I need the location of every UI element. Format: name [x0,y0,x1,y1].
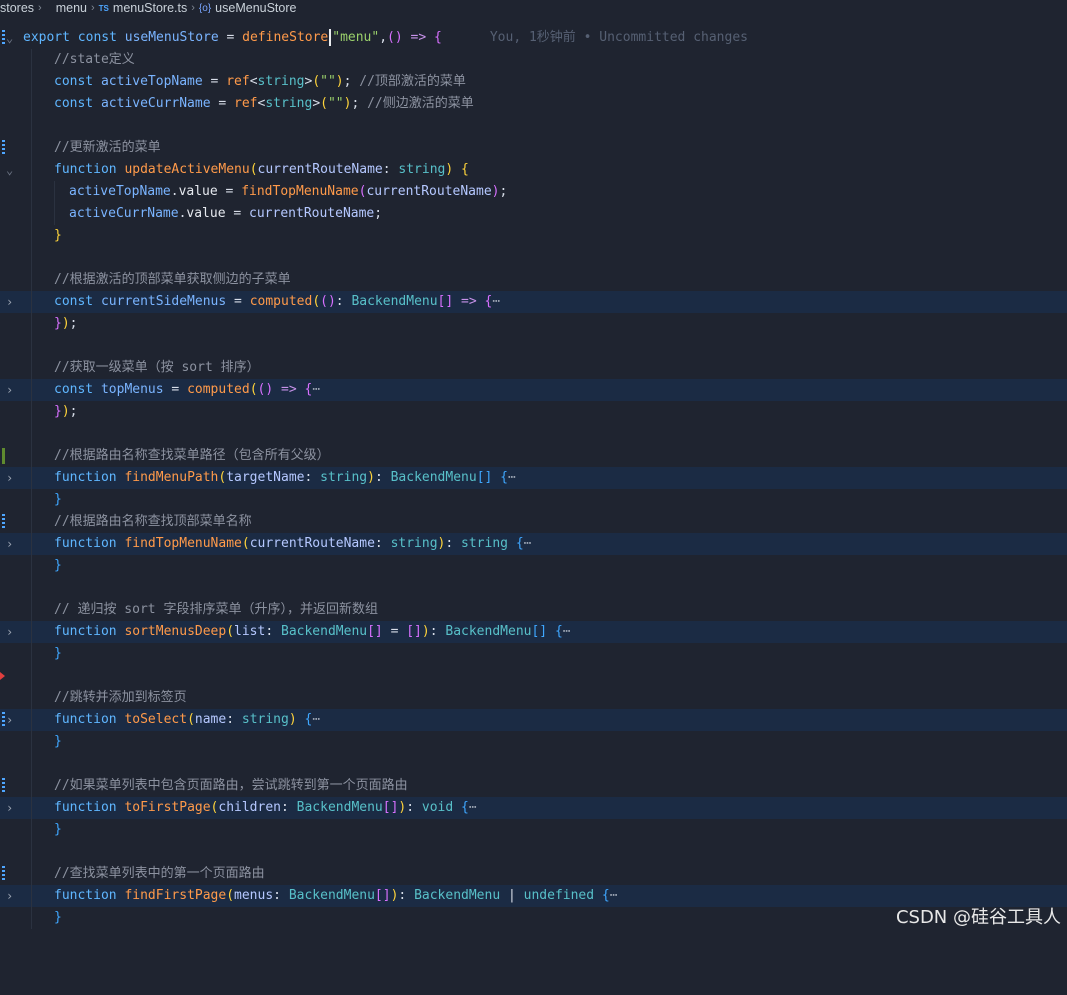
code-line[interactable]: const activeTopName = ref<string>(""); /… [0,71,1067,93]
modified-line-marker [2,514,5,530]
code-line[interactable] [0,577,1067,599]
fold-collapsed-icon[interactable]: › [6,885,18,907]
code-line[interactable]: //根据路由名称查找菜单路径（包含所有父级） [0,445,1067,467]
fold-collapsed-icon[interactable]: › [6,379,18,401]
code-line[interactable] [0,841,1067,863]
code-line[interactable]: activeCurrName.value = currentRouteName; [0,203,1067,225]
code-line[interactable]: }); [0,313,1067,335]
code-line[interactable] [0,115,1067,137]
modified-line-marker [2,140,5,156]
code-line[interactable]: › function toSelect(name: string) {⋯ [0,709,1067,731]
breadcrumb-stores[interactable]: stores [0,1,34,15]
fold-collapsed-icon[interactable]: › [6,467,18,489]
code-line[interactable]: › function findTopMenuName(currentRouteN… [0,533,1067,555]
code-line[interactable]: › function findMenuPath(targetName: stri… [0,467,1067,489]
breadcrumb-menu[interactable]: menu [56,1,87,15]
code-line[interactable]: } [0,731,1067,753]
code-line[interactable]: › function sortMenusDeep(list: BackendMe… [0,621,1067,643]
modified-line-marker [2,866,5,882]
code-line[interactable] [0,753,1067,775]
code-line[interactable] [0,665,1067,687]
code-line[interactable]: } [0,819,1067,841]
variable-symbol-icon: {o} [198,2,212,14]
code-line[interactable]: › function toFirstPage(children: Backend… [0,797,1067,819]
code-line[interactable]: } [0,489,1067,511]
code-line[interactable]: ⌄ export const useMenuStore = defineStor… [0,27,1067,49]
code-line[interactable]: //跳转并添加到标签页 [0,687,1067,709]
code-line[interactable]: // 递归按 sort 字段排序菜单（升序），并返回新数组 [0,599,1067,621]
breadcrumb: stores › menu › TS menuStore.ts › {o} us… [0,0,1067,16]
code-line[interactable]: //根据路由名称查找顶部菜单名称 [0,511,1067,533]
code-line[interactable]: //获取一级菜单（按 sort 排序） [0,357,1067,379]
code-line[interactable]: activeTopName.value = findTopMenuName(cu… [0,181,1067,203]
deleted-line-marker [0,672,5,680]
code-line[interactable]: › const topMenus = computed(() => {⋯ [0,379,1067,401]
fold-collapsed-icon[interactable]: › [6,621,18,643]
code-line[interactable]: } [0,643,1067,665]
added-line-marker [2,448,5,464]
fold-expanded-icon[interactable]: ⌄ [6,27,18,49]
fold-collapsed-icon[interactable]: › [6,533,18,555]
fold-collapsed-icon[interactable]: › [6,797,18,819]
breadcrumb-file[interactable]: menuStore.ts [113,1,187,15]
text-cursor [329,29,332,46]
code-line[interactable] [0,247,1067,269]
git-blame-annotation: You, 1秒钟前 • Uncommitted changes [489,30,748,45]
modified-line-marker [2,712,5,728]
fold-expanded-icon[interactable]: ⌄ [6,159,18,181]
code-line[interactable] [0,335,1067,357]
chevron-right-icon: › [38,2,42,14]
breadcrumb-symbol[interactable]: useMenuStore [215,1,296,15]
code-line[interactable]: ⌄ function updateActiveMenu(currentRoute… [0,159,1067,181]
code-line[interactable]: //查找菜单列表中的第一个页面路由 [0,863,1067,885]
code-line[interactable]: const activeCurrName = ref<string>(""); … [0,93,1067,115]
modified-line-marker [2,30,5,46]
code-line[interactable]: //更新激活的菜单 [0,137,1067,159]
csdn-watermark: CSDN @硅谷工具人 [895,907,1061,928]
typescript-file-icon: TS [98,3,109,13]
code-line[interactable] [0,423,1067,445]
code-line[interactable]: } [0,225,1067,247]
code-editor[interactable]: ⌄ export const useMenuStore = defineStor… [0,16,1067,935]
code-line[interactable]: } [0,555,1067,577]
code-line[interactable]: //如果菜单列表中包含页面路由，尝试跳转到第一个页面路由 [0,775,1067,797]
fold-collapsed-icon[interactable]: › [6,291,18,313]
code-line[interactable]: //根据激活的顶部菜单获取侧边的子菜单 [0,269,1067,291]
chevron-right-icon: › [91,2,95,14]
code-line[interactable]: //state定义 [0,49,1067,71]
code-line[interactable]: }); [0,401,1067,423]
modified-line-marker [2,778,5,794]
chevron-right-icon: › [191,2,195,14]
code-line[interactable]: › const currentSideMenus = computed((): … [0,291,1067,313]
fold-collapsed-icon[interactable]: › [6,709,18,731]
